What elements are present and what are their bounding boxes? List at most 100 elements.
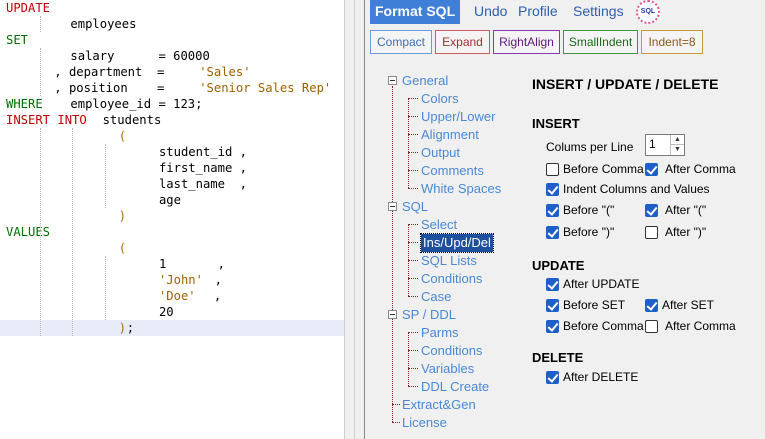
- code-line[interactable]: 1 ,: [0, 256, 344, 272]
- indent-guide: [105, 144, 106, 208]
- sql-logo-text: SQL: [640, 8, 656, 15]
- small-indent-button[interactable]: SmallIndent: [563, 30, 638, 54]
- tree-line: [408, 332, 418, 333]
- before-close-paren-checkbox[interactable]: [546, 226, 559, 239]
- update-before-comma-checkbox[interactable]: [546, 320, 559, 333]
- tree-item-select[interactable]: Select: [421, 216, 457, 234]
- after-update-checkbox[interactable]: [546, 278, 559, 291]
- columns-per-line-value[interactable]: 1: [649, 137, 656, 151]
- code-line[interactable]: ): [0, 208, 344, 224]
- code-line[interactable]: , department = 'Sales': [0, 64, 344, 80]
- splitter[interactable]: [344, 0, 364, 439]
- tree-item-ins-upd-del[interactable]: Ins/Upd/Del: [420, 233, 494, 253]
- before-set-label: Before SET: [563, 298, 626, 312]
- code-line[interactable]: VALUES: [0, 224, 344, 240]
- insert-after-comma-label: After Comma: [665, 162, 736, 176]
- indent-guide: [40, 16, 41, 32]
- code-line[interactable]: UPDATE: [0, 0, 344, 16]
- tree-line: [408, 296, 418, 297]
- format-sql-button[interactable]: Format SQL: [370, 0, 461, 24]
- indent-columns-checkbox[interactable]: [546, 183, 559, 196]
- code-line[interactable]: last_name ,: [0, 176, 344, 192]
- tree-item-general[interactable]: General: [402, 72, 448, 90]
- tree-item-colors[interactable]: Colors: [421, 90, 459, 108]
- after-open-paren-label: After "(": [665, 203, 707, 217]
- tree-item-variables[interactable]: Variables: [421, 360, 474, 378]
- code-token: (: [118, 241, 127, 255]
- code-line[interactable]: first_name ,: [0, 160, 344, 176]
- code-token: 'John': [158, 273, 203, 287]
- after-open-paren-checkbox[interactable]: [645, 204, 658, 217]
- tree-item-sql-lists[interactable]: SQL Lists: [421, 252, 477, 270]
- code-token: 20: [158, 305, 174, 319]
- code-token: WHERE: [6, 97, 43, 111]
- code-line[interactable]: salary = 60000: [0, 48, 344, 64]
- undo-button[interactable]: Undo: [469, 0, 512, 24]
- sql-editor[interactable]: UPDATE employees SET salary = 60000, depart…: [0, 0, 344, 439]
- before-open-paren-checkbox[interactable]: [546, 204, 559, 217]
- update-after-comma-checkbox[interactable]: [645, 320, 658, 333]
- tree-item-output[interactable]: Output: [421, 144, 460, 162]
- tree-item-case[interactable]: Case: [421, 288, 451, 306]
- tree-item-conditions[interactable]: Conditions: [421, 342, 482, 360]
- code-line[interactable]: 'Doe' ,: [0, 288, 344, 304]
- code-line[interactable]: INSERT INTO students: [0, 112, 344, 128]
- indent-guide: [40, 48, 41, 96]
- tree-line: [408, 98, 409, 188]
- indent-button[interactable]: Indent=8: [641, 30, 703, 54]
- indent-guide: [40, 128, 41, 336]
- after-close-paren-checkbox[interactable]: [645, 226, 658, 239]
- tree-expander-sp-ddl[interactable]: [388, 310, 397, 319]
- code-line[interactable]: student_id ,: [0, 144, 344, 160]
- tree-item-alignment[interactable]: Alignment: [421, 126, 479, 144]
- tree-item-parms[interactable]: Parms: [421, 324, 459, 342]
- code-token: ): [118, 209, 127, 223]
- code-line[interactable]: SET: [0, 32, 344, 48]
- indent-guide: [72, 128, 73, 336]
- sql-logo-icon: SQL: [636, 0, 660, 24]
- after-delete-label: After DELETE: [563, 370, 639, 384]
- code-line[interactable]: 'John' ,: [0, 272, 344, 288]
- after-set-checkbox[interactable]: [645, 299, 658, 312]
- after-delete-checkbox[interactable]: [546, 371, 559, 384]
- tree-item-sp-ddl[interactable]: SP / DDL: [402, 306, 456, 324]
- insert-after-comma-checkbox[interactable]: [645, 163, 658, 176]
- tree-item-extract-gen[interactable]: Extract&Gen: [402, 396, 476, 414]
- tree-item-white-spaces[interactable]: White Spaces: [421, 180, 501, 198]
- chevron-up-icon[interactable]: ▲: [671, 135, 684, 145]
- update-heading: UPDATE: [532, 258, 585, 273]
- code-token: (: [118, 129, 127, 143]
- code-line[interactable]: age: [0, 192, 344, 208]
- code-line[interactable]: (: [0, 128, 344, 144]
- before-set-checkbox[interactable]: [546, 299, 559, 312]
- delete-heading: DELETE: [532, 350, 584, 365]
- tree-item-conditions[interactable]: Conditions: [421, 270, 482, 288]
- compact-button[interactable]: Compact: [370, 30, 432, 54]
- expand-button[interactable]: Expand: [435, 30, 490, 54]
- code-token: student_id ,: [158, 145, 247, 159]
- insert-before-comma-checkbox[interactable]: [546, 163, 559, 176]
- update-after-comma-label: After Comma: [665, 319, 736, 333]
- settings-button[interactable]: Settings: [568, 0, 629, 24]
- tree-item-ddl-create[interactable]: DDL Create: [421, 378, 489, 396]
- right-align-button[interactable]: RightAlign: [493, 30, 560, 54]
- profile-button[interactable]: Profile: [513, 0, 563, 24]
- code-line[interactable]: (: [0, 240, 344, 256]
- tree-expander-sql[interactable]: [388, 202, 397, 211]
- tree-item-upper-lower[interactable]: Upper/Lower: [421, 108, 495, 126]
- code-token: UPDATE: [6, 1, 51, 15]
- tree-item-sql[interactable]: SQL: [402, 198, 428, 216]
- tree-item-comments[interactable]: Comments: [421, 162, 484, 180]
- insert-heading: INSERT: [532, 116, 580, 131]
- code-token: salary = 60000: [70, 49, 210, 63]
- tree-expander-general[interactable]: [388, 76, 397, 85]
- code-line[interactable]: WHERE employee_id = 123;: [0, 96, 344, 112]
- tree-item-license[interactable]: License: [402, 414, 447, 432]
- code-line[interactable]: employees: [0, 16, 344, 32]
- code-line[interactable]: , position = 'Senior Sales Rep': [0, 80, 344, 96]
- chevron-down-icon[interactable]: ▼: [671, 145, 684, 155]
- code-line[interactable]: );: [0, 320, 344, 336]
- code-line[interactable]: 20: [0, 304, 344, 320]
- before-open-paren-label: Before "(": [563, 203, 615, 217]
- columns-per-line-stepper[interactable]: 1 ▲ ▼: [645, 134, 685, 156]
